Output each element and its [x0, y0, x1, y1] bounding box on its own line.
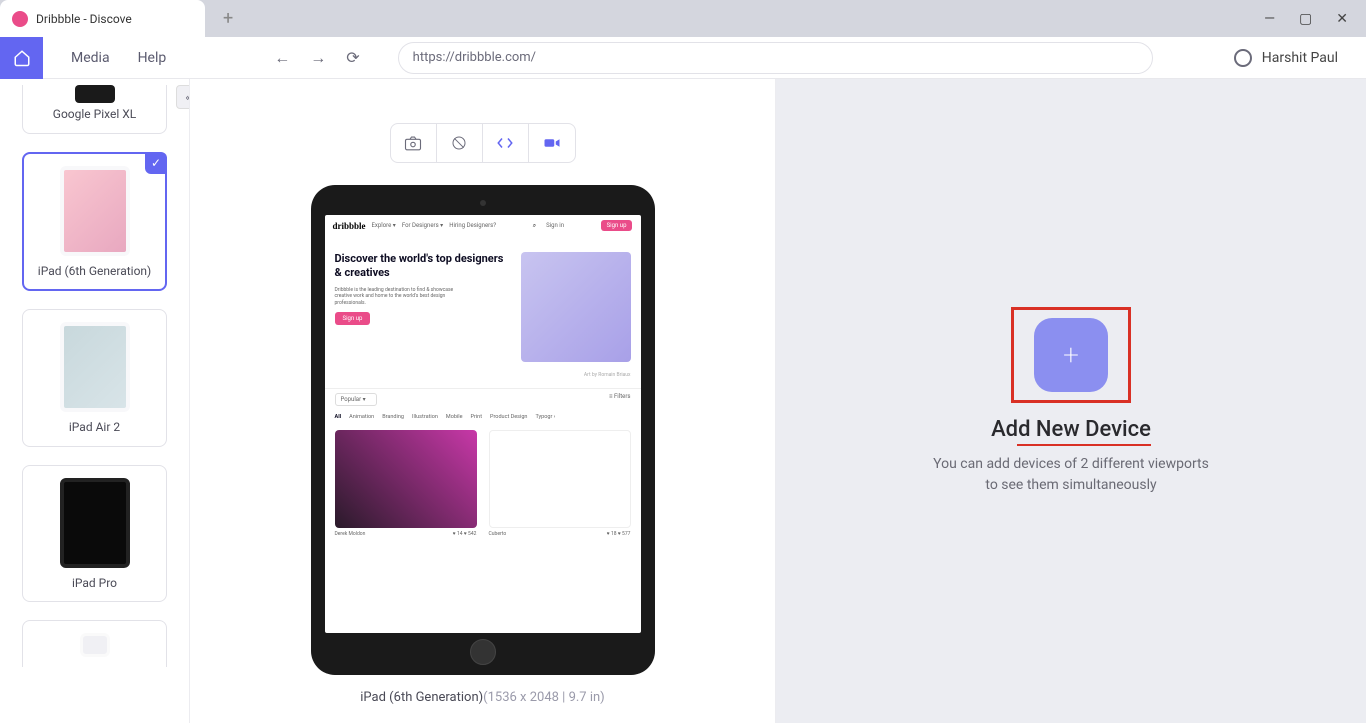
minimize-button[interactable]: — [1264, 11, 1275, 27]
cat-print[interactable]: Print [471, 414, 483, 420]
categories: All Animation Branding Illustration Mobi… [325, 410, 641, 424]
hero-signup-button[interactable]: Sign up [335, 312, 371, 325]
block-button[interactable] [437, 124, 483, 162]
new-tab-button[interactable]: + [223, 8, 233, 29]
user-area[interactable]: Harshit Paul [1234, 49, 1366, 67]
add-device-description: You can add devices of 2 different viewp… [926, 454, 1216, 496]
help-link[interactable]: Help [138, 50, 167, 66]
popular-select[interactable]: Popular ▾ [335, 393, 377, 406]
toolbar: Media Help ← → ⟳ https://dribbble.com/ H… [0, 37, 1366, 79]
favicon [12, 11, 28, 27]
shot-author: Derek Moldon [335, 531, 366, 537]
device-name: iPad Pro [31, 576, 158, 592]
nav-explore[interactable]: Explore ▾ [372, 222, 396, 229]
ipad-screen[interactable]: dribbble Explore ▾ For Designers ▾ Hirin… [325, 215, 641, 633]
device-card-ipad-6[interactable]: ✓ iPad (6th Generation) [22, 152, 167, 292]
shot-author: Cuberto [489, 531, 507, 537]
back-button[interactable]: ← [274, 48, 290, 68]
cat-typography[interactable]: Typogr › [535, 414, 555, 420]
hero-image [521, 252, 630, 362]
device-thumbnail [60, 478, 130, 568]
device-thumbnail [60, 166, 130, 256]
record-button[interactable] [529, 124, 575, 162]
search-icon[interactable]: ⌕ [533, 222, 536, 230]
action-bar [390, 123, 576, 163]
add-device-pane: + Add New Device You can add devices of … [776, 79, 1366, 723]
home-button[interactable] [0, 37, 43, 79]
signup-button[interactable]: Sign up [601, 220, 633, 231]
add-device-button[interactable]: + [1034, 318, 1108, 392]
home-icon [13, 49, 31, 67]
nav-designers[interactable]: For Designers ▾ [402, 222, 443, 229]
video-icon [543, 136, 561, 150]
url-input[interactable]: https://dribbble.com/ [398, 42, 1153, 74]
cat-branding[interactable]: Branding [382, 414, 404, 420]
ipad-home-button[interactable] [470, 639, 496, 665]
reload-button[interactable]: ⟳ [346, 48, 359, 68]
window-controls: — ▢ ✕ [1246, 11, 1366, 27]
ipad-frame: dribbble Explore ▾ For Designers ▾ Hirin… [311, 185, 655, 675]
cat-product[interactable]: Product Design [490, 414, 527, 420]
device-thumbnail [60, 322, 130, 412]
check-icon: ✓ [145, 152, 167, 174]
username: Harshit Paul [1262, 50, 1338, 66]
screenshot-button[interactable] [391, 124, 437, 162]
caption-name: iPad (6th Generation) [360, 690, 483, 705]
device-sidebar: « Google Pixel XL ✓ iPad (6th Generation… [0, 79, 190, 723]
filters-button[interactable]: ≡ Filters [609, 393, 631, 406]
caption-dims: (1536 x 2048 | 9.7 in) [483, 690, 605, 705]
device-card-ipad-pro[interactable]: iPad Pro [22, 465, 167, 603]
shot-2[interactable]: Cuberto ♥ 18 ♥ 577 [489, 430, 631, 540]
device-name: iPad (6th Generation) [32, 264, 157, 280]
device-card-iphone[interactable] [22, 620, 167, 667]
collapse-sidebar-button[interactable]: « [176, 85, 190, 109]
shot-image [335, 430, 477, 528]
shot-1[interactable]: Derek Moldon ♥ 14 ♥ 542 [335, 430, 477, 540]
device-card-ipad-air2[interactable]: iPad Air 2 [22, 309, 167, 447]
cat-illustration[interactable]: Illustration [412, 414, 438, 420]
browser-tab[interactable]: Dribbble - Discove [0, 0, 205, 37]
device-thumbnail [75, 85, 115, 103]
titlebar: Dribbble - Discove + — ▢ ✕ [0, 0, 1366, 37]
camera-icon [404, 135, 422, 151]
plus-icon: + [1063, 338, 1079, 371]
hero-subtitle: Dribbble is the leading destination to f… [335, 287, 465, 307]
device-name: Google Pixel XL [31, 107, 158, 123]
signin-link[interactable]: Sign in [546, 222, 564, 229]
maximize-button[interactable]: ▢ [1299, 11, 1312, 27]
device-name: iPad Air 2 [31, 420, 158, 436]
hero-credit: Art by Romain Briaux [325, 372, 641, 378]
cat-mobile[interactable]: Mobile [446, 414, 463, 420]
forward-button[interactable]: → [310, 48, 326, 68]
shot-image [489, 430, 631, 528]
device-thumbnail [80, 633, 110, 657]
add-device-title: Add New Device [991, 417, 1151, 442]
shot-likes: ♥ 18 ♥ 577 [607, 531, 631, 537]
block-icon [451, 135, 467, 151]
preview-caption: iPad (6th Generation)(1536 x 2048 | 9.7 … [360, 690, 604, 705]
preview-pane: dribbble Explore ▾ For Designers ▾ Hirin… [190, 79, 776, 723]
close-button[interactable]: ✕ [1336, 11, 1348, 27]
dribbble-logo[interactable]: dribbble [333, 221, 366, 231]
cat-animation[interactable]: Animation [349, 414, 374, 420]
code-button[interactable] [483, 124, 529, 162]
nav-hiring[interactable]: Hiring Designers? [449, 222, 496, 229]
cat-all[interactable]: All [335, 414, 342, 420]
add-button-highlight: + [1011, 307, 1131, 403]
hero-title: Discover the world's top designers & cre… [335, 252, 512, 281]
shot-likes: ♥ 14 ♥ 542 [453, 531, 477, 537]
device-card-pixel-xl[interactable]: Google Pixel XL [22, 85, 167, 134]
tab-title: Dribbble - Discove [36, 12, 132, 26]
code-icon [496, 136, 514, 150]
ipad-camera [480, 200, 486, 206]
avatar-icon [1234, 49, 1252, 67]
media-link[interactable]: Media [71, 50, 110, 66]
